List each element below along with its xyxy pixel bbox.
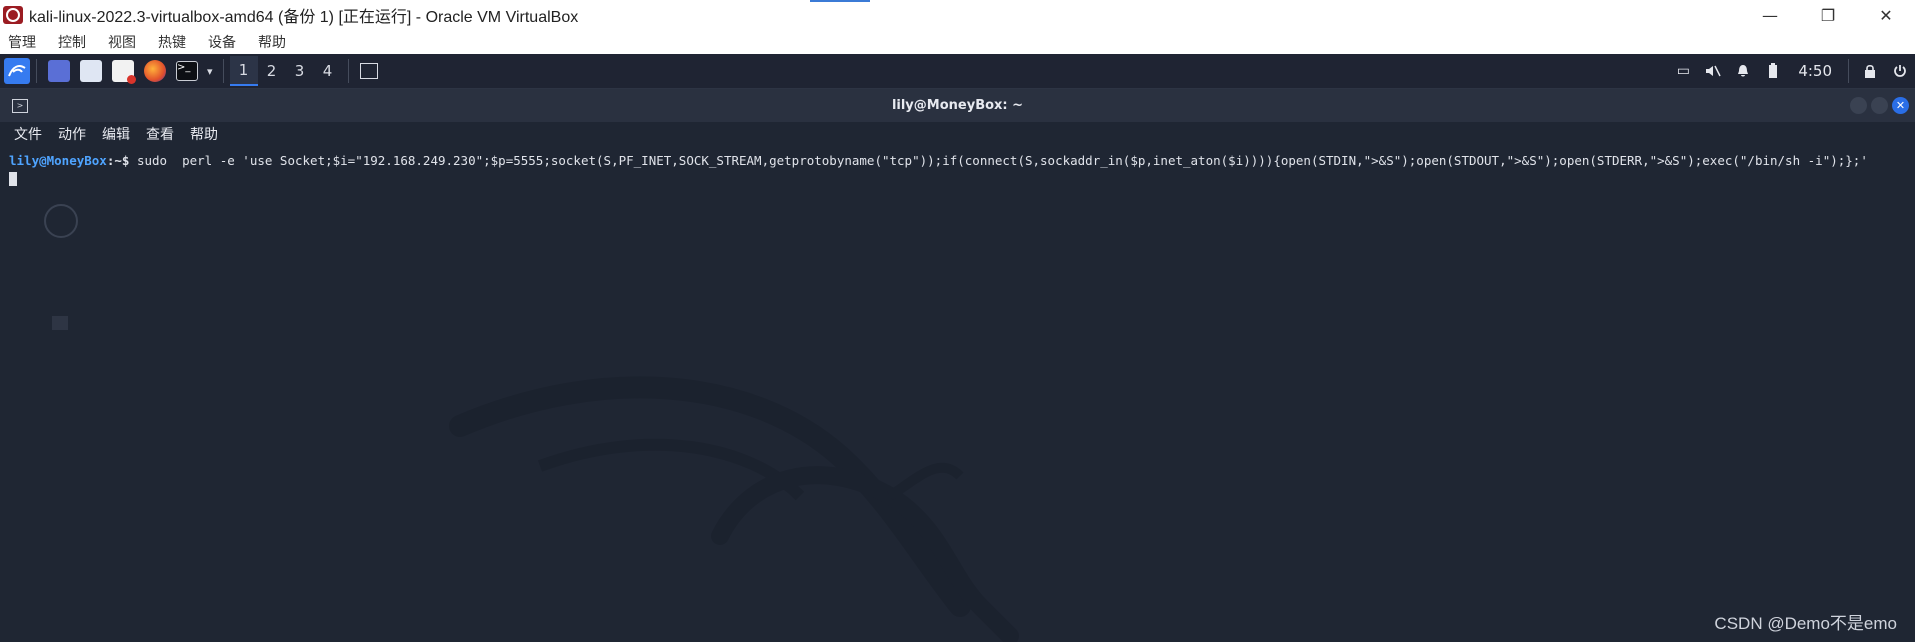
workspace-3[interactable]: 3 — [286, 56, 314, 86]
virtualbox-app-icon — [3, 6, 23, 24]
terminal-titlebar[interactable]: > lily@MoneyBox: ~ ✕ — [0, 89, 1915, 122]
terminal-cursor — [9, 171, 17, 186]
virtualbox-titlebar: kali-linux-2022.3-virtualbox-amd64 (备份 1… — [0, 0, 1915, 30]
workspace-app-icon — [359, 63, 378, 79]
menu-control[interactable]: 控制 — [58, 32, 86, 52]
lock-icon[interactable] — [1855, 54, 1885, 88]
kali-dragon-wallpaper — [449, 376, 1019, 642]
terminal-menu-edit[interactable]: 编辑 — [102, 124, 130, 144]
close-button[interactable]: ✕ — [1857, 0, 1915, 30]
terminal-title: lily@MoneyBox: ~ — [891, 98, 1024, 113]
virtualbox-menubar: 管理 控制 视图 热键 设备 帮助 — [0, 30, 1915, 54]
menu-manage[interactable]: 管理 — [8, 32, 36, 52]
power-icon[interactable] — [1885, 54, 1915, 88]
terminal-command-line[interactable]: lily@MoneyBox:~$ sudo perl -e 'use Socke… — [9, 152, 1904, 186]
desktop-icon-filesystem — [44, 204, 78, 244]
prompt-user: lily@MoneyBox — [9, 153, 107, 168]
chevron-down-icon[interactable]: ▾ — [207, 65, 213, 78]
text-editor-icon[interactable] — [112, 60, 136, 84]
title-accent-line — [810, 0, 870, 2]
menu-devices[interactable]: 设备 — [208, 32, 236, 52]
terminal-menu-help[interactable]: 帮助 — [190, 124, 218, 144]
terminal-output[interactable]: lily@MoneyBox:~$ sudo perl -e 'use Socke… — [0, 146, 1915, 642]
file-manager-icon[interactable] — [80, 60, 102, 82]
desktop-icon-home — [52, 316, 68, 338]
menu-view[interactable]: 视图 — [108, 32, 136, 52]
menu-hotkeys[interactable]: 热键 — [158, 32, 186, 52]
terminal-menu-view[interactable]: 查看 — [146, 124, 174, 144]
battery-icon[interactable] — [1758, 54, 1788, 88]
taskbar-terminal-window[interactable] — [355, 56, 383, 86]
restore-button[interactable]: ❐ — [1799, 0, 1857, 30]
kali-top-panel: >_ ▾ 1 2 3 4 ▭ 4:50 — [0, 54, 1915, 89]
terminal-maximize-button[interactable] — [1871, 97, 1888, 114]
kali-menu-button[interactable] — [4, 54, 30, 88]
terminal-close-button[interactable]: ✕ — [1892, 97, 1909, 114]
menu-help[interactable]: 帮助 — [258, 32, 286, 52]
clock[interactable]: 4:50 — [1798, 62, 1832, 80]
panel-separator — [36, 59, 37, 83]
panel-separator — [1848, 59, 1849, 83]
minimize-button[interactable]: — — [1741, 0, 1799, 30]
workspace-1[interactable]: 1 — [229, 56, 258, 86]
firefox-icon[interactable] — [144, 60, 166, 82]
terminal-minimize-button[interactable] — [1850, 97, 1867, 114]
window-title: kali-linux-2022.3-virtualbox-amd64 (备份 1… — [29, 9, 579, 26]
terminal-window: > lily@MoneyBox: ~ ✕ 文件 动作 编辑 查看 帮助 lily… — [0, 89, 1915, 642]
workspace-4[interactable]: 4 — [314, 56, 342, 86]
window-controls: — ❐ ✕ — [1741, 0, 1915, 30]
display-icon[interactable]: ▭ — [1668, 54, 1698, 88]
panel-separator — [347, 59, 349, 83]
desktop-icon[interactable] — [48, 60, 70, 82]
command-text: sudo perl -e 'use Socket;$i="192.168.249… — [129, 153, 1868, 168]
csdn-watermark: CSDN @Demo不是emo — [1714, 614, 1897, 633]
kali-menu-icon — [4, 58, 30, 84]
mute-icon[interactable] — [1698, 54, 1728, 88]
terminal-menu-actions[interactable]: 动作 — [58, 124, 86, 144]
workspace-2[interactable]: 2 — [258, 56, 286, 86]
terminal-icon[interactable]: >_ — [176, 61, 198, 81]
panel-separator — [222, 59, 224, 83]
bell-icon[interactable] — [1728, 54, 1758, 88]
system-tray: ▭ 4:50 — [1668, 54, 1915, 88]
terminal-menubar: 文件 动作 编辑 查看 帮助 — [0, 122, 1915, 146]
terminal-window-buttons: ✕ — [1846, 97, 1909, 114]
terminal-menu-file[interactable]: 文件 — [14, 124, 42, 144]
prompt-path: :~$ — [106, 153, 130, 168]
